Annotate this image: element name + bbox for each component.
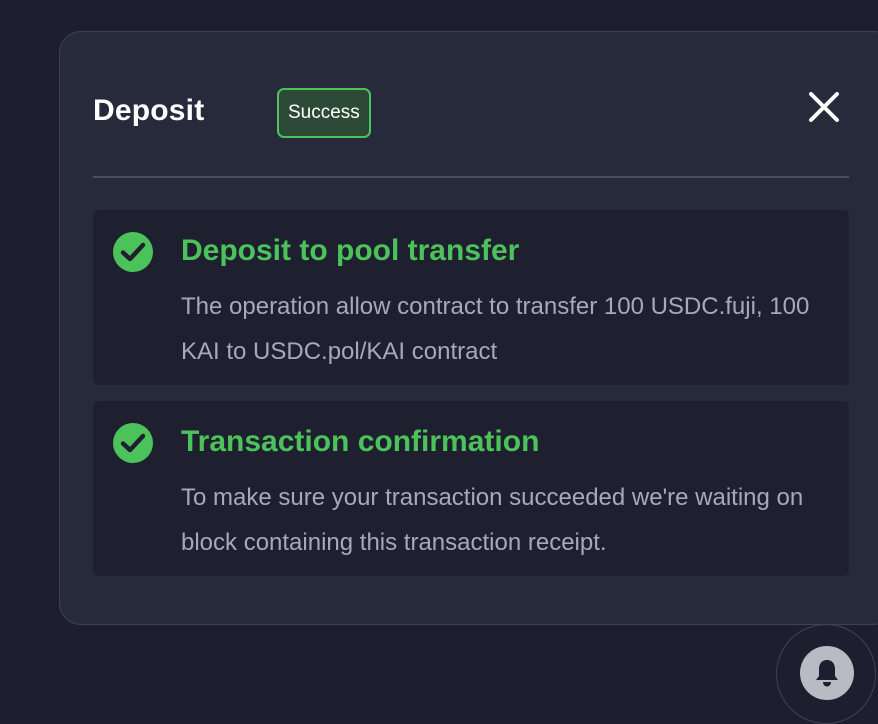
bell-icon[interactable]	[800, 646, 854, 700]
step-card-transaction-confirmation: Transaction confirmation To make sure yo…	[93, 401, 849, 576]
step-title: Deposit to pool transfer	[181, 234, 520, 267]
step-description: The operation allow contract to transfer…	[181, 293, 810, 365]
status-badge: Success	[277, 88, 371, 138]
step-description: To make sure your transaction succeeded …	[181, 484, 804, 556]
deposit-modal: Deposit Success Deposit to pool transfer…	[59, 31, 878, 625]
check-circle-icon	[112, 422, 154, 464]
header-divider	[93, 176, 849, 178]
modal-title: Deposit	[93, 94, 205, 127]
check-circle-icon	[112, 231, 154, 273]
close-icon[interactable]	[807, 90, 841, 124]
step-card-deposit-transfer: Deposit to pool transfer The operation a…	[93, 210, 849, 385]
modal-header: Deposit Success	[93, 88, 834, 138]
notification-button[interactable]	[776, 624, 876, 724]
step-title: Transaction confirmation	[181, 425, 540, 458]
